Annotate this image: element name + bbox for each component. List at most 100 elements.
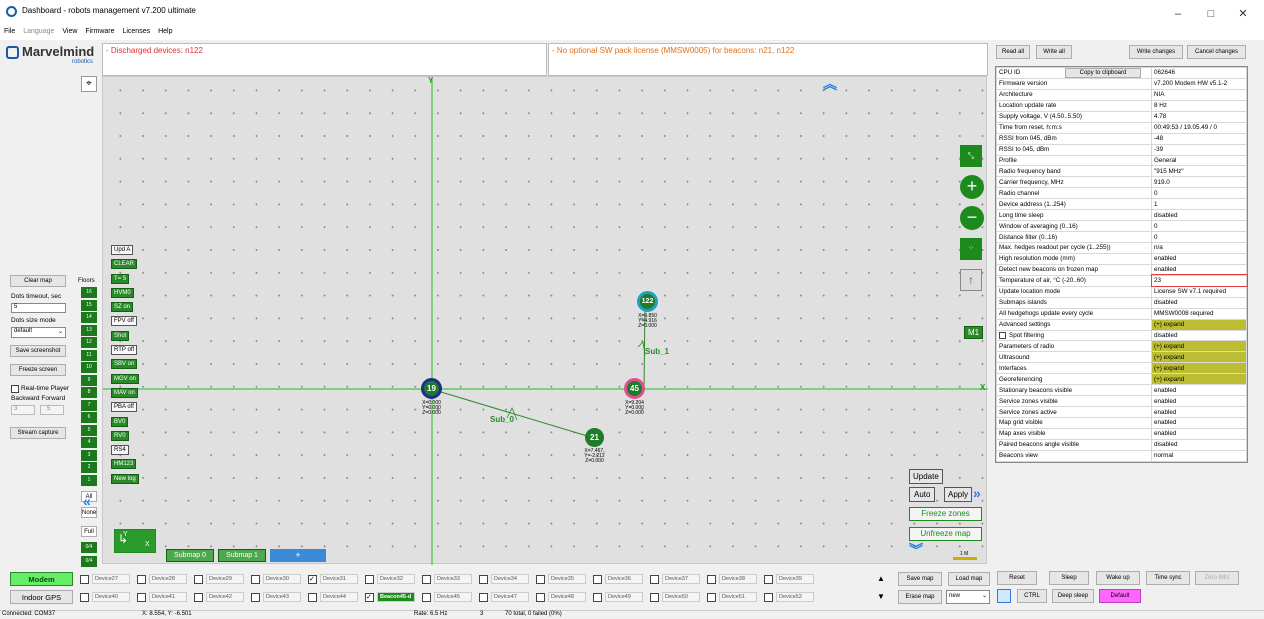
property-value[interactable]: 062646 <box>1151 67 1247 79</box>
floor-4-button[interactable]: 4 <box>81 437 97 448</box>
floor-8-button[interactable]: 8 <box>81 387 97 398</box>
property-value[interactable]: disabled <box>1151 329 1247 342</box>
device-checkbox[interactable] <box>707 592 716 602</box>
property-value[interactable]: General <box>1151 154 1247 167</box>
beacon-21[interactable]: 21 <box>585 428 604 447</box>
freeze-screen-button[interactable]: Freeze screen <box>10 364 66 376</box>
realtime-player-checkbox[interactable] <box>11 385 19 393</box>
property-value[interactable]: (+) expand <box>1151 351 1247 364</box>
property-value[interactable]: 0 <box>1151 231 1247 243</box>
cancel-changes-button[interactable]: Cancel changes <box>1187 45 1246 59</box>
device-checkbox[interactable] <box>479 592 488 602</box>
close-button[interactable]: ✕ <box>1228 4 1258 24</box>
ctrl-button[interactable]: CTRL <box>1017 589 1047 603</box>
device-label[interactable]: Device43 <box>263 592 301 602</box>
map-tool-rtp-off-button[interactable]: RTP off <box>111 345 138 356</box>
map-tool-hvm0-button[interactable]: HVM0 <box>111 287 134 298</box>
scroll-down-devices[interactable]: ▼ <box>877 592 885 601</box>
property-value[interactable]: 23 <box>1150 274 1248 288</box>
device-slot[interactable]: Device45 <box>422 591 479 603</box>
map-tool-sbv-on-button[interactable]: SBV on <box>111 359 138 370</box>
floor-14-button[interactable]: 14 <box>81 312 97 323</box>
property-value[interactable]: 8 Hz <box>1151 99 1247 112</box>
load-map-button[interactable]: Load map <box>948 572 990 586</box>
device-checkbox[interactable] <box>251 574 260 584</box>
scroll-up-devices[interactable]: ▲ <box>877 574 885 583</box>
map-tool-rv0-button[interactable]: RV0 <box>111 430 129 441</box>
device-checkbox[interactable] <box>137 592 146 602</box>
property-value[interactable]: v7.200 Modem HW v5.1-2 <box>1151 77 1247 90</box>
property-value[interactable]: 1 <box>1151 198 1247 211</box>
property-value[interactable]: enabled <box>1151 395 1247 408</box>
device-label[interactable]: Device30 <box>263 574 301 584</box>
device-checkbox[interactable] <box>80 592 89 602</box>
dots-size-select[interactable]: default ⌄ <box>11 327 66 338</box>
zoom-out-button[interactable]: − <box>960 206 984 230</box>
device-slot[interactable]: Device52 <box>764 591 821 603</box>
scroll-up-button[interactable]: ︽ <box>823 77 839 99</box>
device-slot[interactable]: Device38 <box>707 573 764 585</box>
device-slot[interactable]: Device29 <box>194 573 251 585</box>
device-label[interactable]: Device45 <box>434 592 472 602</box>
device-slot[interactable]: Device42 <box>194 591 251 603</box>
menu-view[interactable]: View <box>62 28 77 35</box>
device-label[interactable]: Device47 <box>491 592 529 602</box>
floors-full-button[interactable]: Full <box>81 526 97 537</box>
crosshair-button[interactable]: ⌖ <box>81 76 97 92</box>
device-checkbox[interactable] <box>251 592 260 602</box>
device-label[interactable]: Device37 <box>662 574 700 584</box>
color-swatch-button[interactable] <box>997 589 1011 603</box>
default-button[interactable]: Default <box>1099 589 1141 603</box>
map-tool-fpv-off-button[interactable]: FPV off <box>111 316 137 327</box>
device-label[interactable]: Device42 <box>206 592 244 602</box>
device-checkbox[interactable] <box>194 574 203 584</box>
collapse-left-button[interactable]: « <box>83 493 91 509</box>
dots-timeout-input[interactable]: 5 <box>11 303 66 313</box>
floor-16-button[interactable]: 16 <box>81 287 97 298</box>
apply-button[interactable]: Apply <box>944 487 973 502</box>
map-tool-mgv-on-button[interactable]: MGV on <box>111 373 140 384</box>
m1-button[interactable]: M1 <box>964 326 984 339</box>
device-checkbox[interactable] <box>650 592 659 602</box>
map-tool-t-5-button[interactable]: T= 5 <box>111 273 130 284</box>
device-checkbox[interactable] <box>707 574 716 584</box>
backward-input[interactable]: 3 <box>11 405 35 415</box>
device-slot[interactable]: Device34 <box>479 573 536 585</box>
tab-submap-0[interactable]: Submap 0 <box>166 549 214 562</box>
property-value[interactable]: disabled <box>1151 438 1247 451</box>
device-checkbox[interactable]: ✓ <box>365 592 374 602</box>
device-checkbox[interactable] <box>536 574 545 584</box>
device-label[interactable]: Device31 <box>320 574 358 584</box>
device-slot[interactable]: Device39 <box>764 573 821 585</box>
axes-orientation-button[interactable]: Y X ↳ <box>114 529 156 553</box>
property-value[interactable]: (+) expand <box>1151 318 1247 331</box>
floor-6-button[interactable]: 6 <box>81 412 97 423</box>
map-tool-clear-button[interactable]: CLEAR <box>111 259 138 270</box>
freeze-zones-button[interactable]: Freeze zones <box>909 507 982 521</box>
deep-sleep-button[interactable]: Deep sleep <box>1052 589 1094 603</box>
floor-5-button[interactable]: 5 <box>81 424 97 436</box>
device-label[interactable]: Device52 <box>776 592 814 602</box>
device-label[interactable]: Device28 <box>149 574 187 584</box>
north-up-button[interactable]: ↑ <box>960 269 982 291</box>
device-slot[interactable]: Device47 <box>479 591 536 603</box>
property-value[interactable]: NIA <box>1151 88 1247 101</box>
device-label[interactable]: Device48 <box>548 592 586 602</box>
write-all-button[interactable]: Write all <box>1036 45 1072 59</box>
indoor-gps-button[interactable]: Indoor GPS <box>10 590 73 604</box>
property-value[interactable]: 00:49:53 / 19.05.49 / 0 <box>1151 121 1247 134</box>
spot-filtering-checkbox[interactable] <box>999 331 1006 339</box>
property-value[interactable]: 919.0 <box>1151 176 1247 189</box>
clear-map-button[interactable]: Clear map <box>10 275 66 287</box>
floor-1-button[interactable]: 1 <box>81 474 97 486</box>
zoom-in-button[interactable]: + <box>960 175 984 199</box>
floor-2-button[interactable]: 2 <box>81 462 97 473</box>
map-tool-mav-on-button[interactable]: MAV on <box>111 387 138 398</box>
erase-map-button[interactable]: Erase map <box>898 590 942 604</box>
property-value[interactable]: enabled <box>1151 252 1247 265</box>
device-slot[interactable]: Device49 <box>593 591 650 603</box>
property-value[interactable]: (+) expand <box>1151 340 1247 353</box>
floor-12-button[interactable]: 12 <box>81 337 97 348</box>
device-label[interactable]: Device32 <box>377 574 415 584</box>
map-tool-rs4-button[interactable]: RS4 <box>111 445 129 456</box>
